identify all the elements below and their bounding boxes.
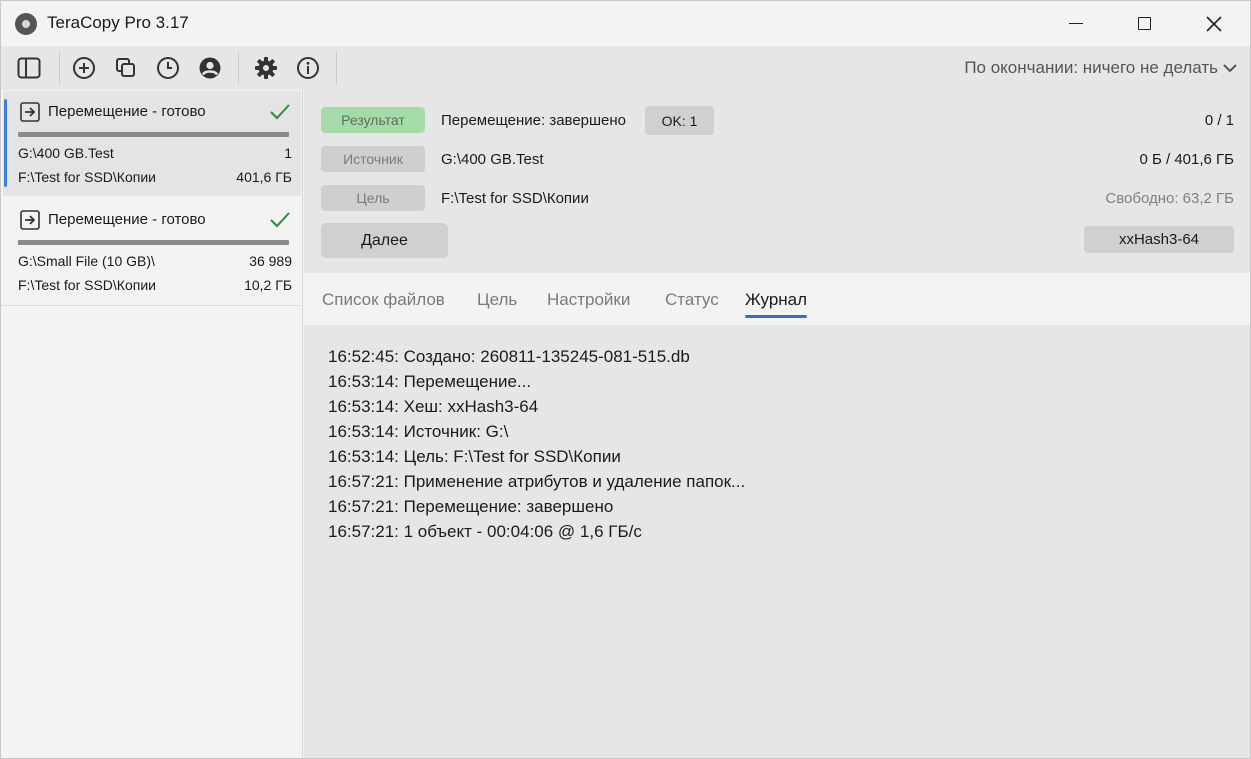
progress-count: 0 / 1 [1204, 112, 1234, 129]
source-value[interactable]: G:\400 GB.Test [441, 151, 544, 168]
hash-button[interactable]: xxHash3-64 [1084, 226, 1234, 253]
info-icon [297, 57, 319, 79]
job-source: G:\400 GB.Test [18, 145, 114, 161]
close-icon [1206, 15, 1222, 32]
log-line: 16:53:14: Цель: F:\Test for SSD\Копии [328, 447, 621, 466]
ok-count-badge[interactable]: OK: 1 [645, 106, 714, 135]
copy-button[interactable] [109, 51, 143, 85]
app-icon [15, 13, 37, 35]
job-title: Перемещение - готово [48, 211, 206, 228]
log-line: 16:57:21: Перемещение: завершено [328, 497, 614, 516]
tab-settings[interactable]: Настройки [547, 290, 630, 310]
source-label: Источник [321, 146, 425, 172]
selection-indicator [4, 99, 7, 187]
job-source: G:\Small File (10 GB)\ [18, 253, 155, 269]
toolbar-separator [238, 52, 239, 84]
job-item[interactable]: Перемещение - готово G:\400 GB.Test 1 F:… [3, 91, 301, 196]
account-button[interactable] [193, 51, 227, 85]
job-target: F:\Test for SSD\Копии [18, 277, 156, 293]
toolbar: По окончании: ничего не делать [1, 46, 1250, 90]
check-icon [270, 104, 290, 120]
plus-circle-icon [73, 57, 95, 79]
target-value[interactable]: F:\Test for SSD\Копии [441, 190, 589, 207]
log-line: 16:53:14: Хеш: xxHash3-64 [328, 397, 539, 416]
user-circle-icon [199, 57, 221, 79]
tab-log[interactable]: Журнал [745, 290, 808, 318]
tab-target[interactable]: Цель [477, 290, 517, 310]
tab-bar: Список файлов Цель Настройки Статус Журн… [304, 273, 1250, 325]
result-label: Результат [321, 107, 425, 133]
log-line: 16:57:21: 1 объект - 00:04:06 @ 1,6 ГБ/с [328, 522, 642, 541]
log-line: 16:57:21: Применение атрибутов и удалени… [328, 472, 746, 491]
minimize-icon [1069, 23, 1083, 24]
toolbar-separator [59, 52, 60, 84]
maximize-icon [1137, 17, 1151, 30]
gear-icon [255, 57, 277, 79]
close-button[interactable] [1179, 1, 1249, 46]
job-list-divider [1, 305, 301, 306]
after-finish-dropdown[interactable]: По окончании: ничего не делать [964, 58, 1218, 78]
minimize-button[interactable] [1041, 1, 1111, 46]
job-progress-bar [18, 240, 289, 245]
job-file-count: 36 989 [249, 253, 292, 269]
source-size: 0 Б / 401,6 ГБ [1139, 151, 1234, 168]
window-title: TeraCopy Pro 3.17 [47, 13, 189, 32]
tab-file-list[interactable]: Список файлов [322, 290, 445, 310]
target-label: Цель [321, 185, 425, 211]
about-button[interactable] [291, 51, 325, 85]
toggle-sidebar-button[interactable] [12, 51, 46, 85]
move-icon [20, 210, 40, 230]
settings-button[interactable] [249, 51, 283, 85]
add-button[interactable] [67, 51, 101, 85]
chevron-down-icon[interactable] [1220, 58, 1240, 78]
title-bar: TeraCopy Pro 3.17 [1, 1, 1250, 46]
maximize-button[interactable] [1109, 1, 1179, 46]
log-view: 16:52:45: Создано: 260811-135245-081-515… [328, 344, 745, 544]
tab-status[interactable]: Статус [665, 290, 719, 310]
clock-icon [157, 57, 179, 79]
teracopy-window: TeraCopy Pro 3.17 По окончании: ничего н… [0, 0, 1251, 759]
log-line: 16:53:14: Перемещение... [328, 372, 532, 391]
history-button[interactable] [151, 51, 185, 85]
copy-icon [116, 58, 135, 77]
sidebar-toggle-icon [17, 57, 41, 79]
job-file-count: 1 [284, 145, 292, 161]
toolbar-separator [336, 52, 337, 84]
job-progress-bar [18, 132, 289, 137]
log-line: 16:53:14: Источник: G:\ [328, 422, 509, 441]
job-list: Перемещение - готово G:\400 GB.Test 1 F:… [1, 90, 303, 758]
log-line: 16:52:45: Создано: 260811-135245-081-515… [328, 347, 690, 366]
free-space: Свободно: 63,2 ГБ [1105, 190, 1234, 207]
job-size: 401,6 ГБ [236, 169, 292, 185]
job-size: 10,2 ГБ [244, 277, 292, 293]
job-target: F:\Test for SSD\Копии [18, 169, 156, 185]
check-icon [270, 212, 290, 228]
job-details-panel: Результат Перемещение: завершено OK: 1 0… [304, 90, 1250, 758]
next-button[interactable]: Далее [321, 223, 448, 258]
job-item[interactable]: Перемещение - готово G:\Small File (10 G… [3, 199, 301, 304]
job-title: Перемещение - готово [48, 103, 206, 120]
move-icon [20, 102, 40, 122]
result-value: Перемещение: завершено [441, 112, 627, 129]
